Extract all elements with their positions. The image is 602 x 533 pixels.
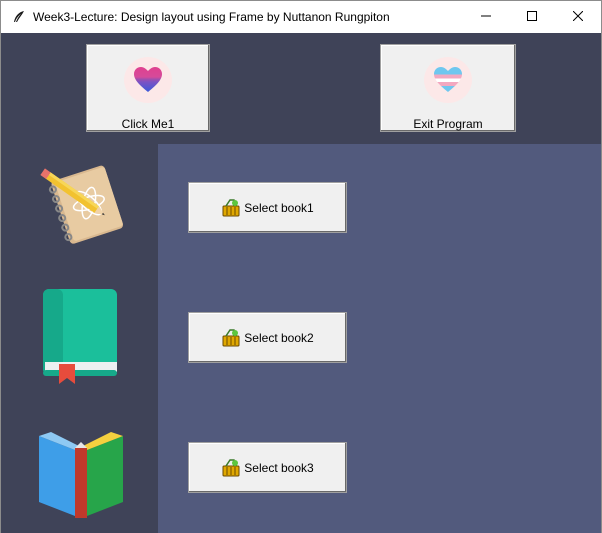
trans-heart-icon [424,57,472,103]
right-frame: Select book1 Select book2 Select book3 [158,144,601,533]
app-window: Week3-Lecture: Design layout using Frame… [0,0,602,533]
select-book1-label: Select book1 [244,200,314,215]
window-title: Week3-Lecture: Design layout using Frame… [33,10,390,24]
click-me-label: Click Me1 [121,117,175,131]
select-book2-label: Select book2 [244,330,314,345]
feather-icon [11,9,27,25]
green-book-icon [31,284,131,384]
click-me-button[interactable]: Click Me1 [86,44,210,132]
select-book3-button[interactable]: Select book3 [188,442,347,493]
basket-icon [221,328,241,347]
maximize-button[interactable] [509,1,555,33]
bisexual-heart-icon [124,57,172,103]
select-book3-label: Select book3 [244,460,314,475]
top-frame: Click Me1 Exit Program [1,33,601,144]
exit-program-label: Exit Program [413,117,483,131]
basket-icon [221,198,241,217]
open-book-icon [31,422,131,522]
select-book2-button[interactable]: Select book2 [188,312,347,363]
exit-program-button[interactable]: Exit Program [380,44,516,132]
close-button[interactable] [555,1,601,33]
minimize-icon [481,10,491,24]
left-frame [1,144,158,533]
basket-icon [221,458,241,477]
minimize-button[interactable] [463,1,509,33]
title-bar[interactable]: Week3-Lecture: Design layout using Frame… [1,1,601,33]
maximize-icon [527,10,537,24]
select-book1-button[interactable]: Select book1 [188,182,347,233]
close-icon [572,10,584,24]
notebook-pencil-icon [31,154,131,254]
